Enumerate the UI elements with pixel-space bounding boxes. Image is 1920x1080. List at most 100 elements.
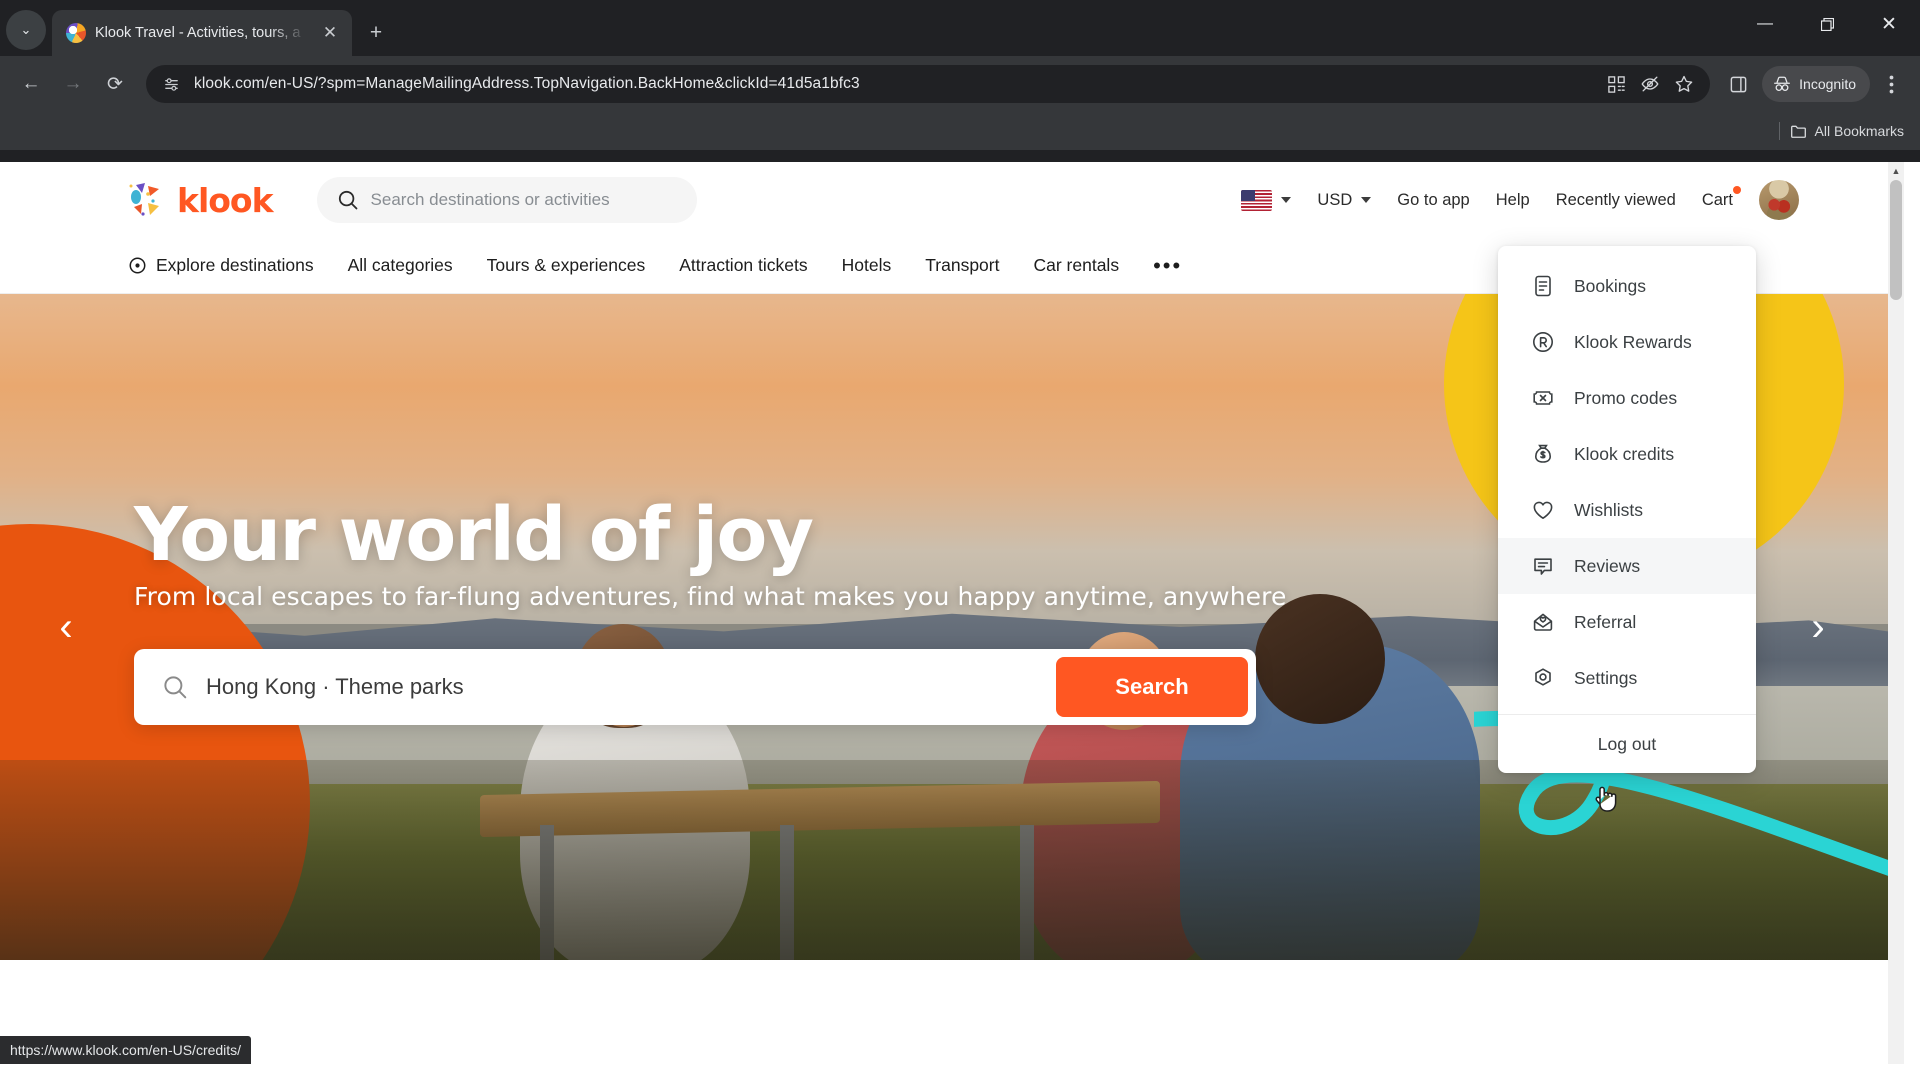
menu-item-klook-rewards[interactable]: Klook Rewards [1498, 314, 1756, 370]
menu-item-bookings[interactable]: Bookings [1498, 258, 1756, 314]
cart-link[interactable]: Cart [1701, 185, 1741, 210]
header-search-placeholder: Search destinations or activities [370, 190, 610, 209]
nav-attraction-tickets[interactable]: Attraction tickets [679, 255, 807, 276]
help-link[interactable]: Help [1496, 191, 1530, 210]
menu-item-label: Klook credits [1574, 443, 1675, 464]
menu-item-referral[interactable]: Referral [1498, 594, 1756, 650]
chevron-down-icon [1281, 197, 1292, 203]
all-bookmarks-label: All Bookmarks [1814, 123, 1904, 139]
menu-item-label: Bookings [1574, 275, 1646, 296]
close-tab-icon[interactable]: ✕ [316, 19, 344, 47]
all-bookmarks-button[interactable]: All Bookmarks [1790, 123, 1904, 140]
search-icon [338, 190, 357, 210]
menu-item-klook-credits[interactable]: Klook credits [1498, 426, 1756, 482]
menu-item-label: Referral [1574, 611, 1637, 632]
nav-more-button[interactable]: ••• [1153, 254, 1182, 276]
header-right-actions: USD Go to app Help Recently viewed Cart [1241, 180, 1904, 220]
menu-item-label: Reviews [1574, 555, 1641, 576]
menu-item-label: Settings [1574, 667, 1638, 688]
menu-item-label: Promo codes [1574, 387, 1678, 408]
nav-tours-experiences[interactable]: Tours & experiences [487, 255, 646, 276]
carousel-next-button[interactable]: › [1788, 597, 1848, 657]
tracking-protection-off-icon[interactable] [1640, 74, 1660, 94]
klook-logo[interactable]: klook [128, 181, 274, 220]
folder-icon [1790, 125, 1806, 138]
search-icon [164, 676, 187, 699]
comment-lines-icon [1530, 553, 1556, 579]
qr-code-icon[interactable] [1607, 75, 1626, 94]
nav-transport[interactable]: Transport [925, 255, 999, 276]
nav-explore-destinations[interactable]: Explore destinations [128, 255, 314, 276]
chevron-down-icon: ⌄ [20, 22, 32, 37]
close-window-button[interactable]: ✕ [1858, 0, 1920, 48]
carousel-prev-button[interactable]: ‹ [36, 597, 96, 657]
heart-icon [1530, 497, 1556, 523]
side-panel-icon[interactable] [1718, 64, 1758, 104]
klook-logo-mark [128, 181, 168, 219]
page-scrollbar[interactable]: ▲ ▼ [1888, 162, 1904, 1080]
klook-favicon [66, 23, 86, 43]
browser-window: ⌄ Klook Travel - Activities, tours, a ✕ … [0, 0, 1920, 1080]
menu-item-settings[interactable]: Settings [1498, 650, 1756, 706]
url-text: klook.com/en-US/?spm=ManageMailingAddres… [194, 75, 860, 92]
cart-label: Cart [1701, 190, 1733, 209]
menu-item-promo-codes[interactable]: Promo codes [1498, 370, 1756, 426]
logout-button[interactable]: Log out [1498, 715, 1756, 773]
envelope-heart-icon [1530, 609, 1556, 635]
maximize-button[interactable] [1796, 0, 1858, 48]
recently-viewed-link[interactable]: Recently viewed [1556, 191, 1676, 210]
back-button[interactable]: ← [12, 65, 50, 103]
tab-search-button[interactable]: ⌄ [6, 10, 46, 50]
bookmarks-bar: All Bookmarks [0, 112, 1920, 150]
omnibox-actions [1607, 74, 1700, 94]
browser-toolbar: ← → ⟳ klook.com/en-US/?spm=ManageMailing… [0, 56, 1920, 112]
account-dropdown-menu: Bookings Klook Rewards Promo codes Klook… [1498, 246, 1756, 773]
hero-title: Your world of joy [134, 492, 814, 578]
header-search-input[interactable]: Search destinations or activities [316, 177, 697, 223]
site-header: klook Search destinations or activities … [0, 162, 1904, 238]
hero-subtitle: From local escapes to far-flung adventur… [134, 582, 1287, 611]
site-settings-icon[interactable] [160, 73, 182, 95]
menu-item-wishlists[interactable]: Wishlists [1498, 482, 1756, 538]
browser-tab[interactable]: Klook Travel - Activities, tours, a ✕ [52, 10, 352, 56]
forward-button[interactable]: → [54, 65, 92, 103]
us-flag-icon [1241, 189, 1273, 211]
go-to-app-link[interactable]: Go to app [1397, 191, 1469, 210]
nav-all-categories[interactable]: All categories [348, 255, 453, 276]
tab-title: Klook Travel - Activities, tours, a [95, 25, 301, 41]
language-selector[interactable] [1241, 189, 1292, 211]
rewards-badge-icon [1530, 329, 1556, 355]
reload-button[interactable]: ⟳ [96, 65, 134, 103]
incognito-label: Incognito [1799, 76, 1856, 92]
incognito-indicator[interactable]: Incognito [1762, 66, 1870, 102]
menu-item-label: Wishlists [1574, 499, 1644, 520]
avatar[interactable] [1759, 180, 1799, 220]
page-bottom-area [0, 1064, 1920, 1080]
hero-search-button[interactable]: Search [1056, 657, 1248, 717]
new-tab-button[interactable]: + [362, 19, 390, 47]
hero-search-bar[interactable]: Hong Kong · Theme parks Search [134, 649, 1256, 725]
star-icon[interactable] [1674, 74, 1694, 94]
scrollbar-thumb[interactable] [1890, 180, 1902, 300]
tab-strip: ⌄ Klook Travel - Activities, tours, a ✕ … [0, 0, 1920, 56]
document-list-icon [1530, 273, 1556, 299]
incognito-icon [1774, 76, 1791, 91]
gear-hex-icon [1530, 665, 1556, 691]
address-bar[interactable]: klook.com/en-US/?spm=ManageMailingAddres… [146, 65, 1711, 103]
toolbar-right: Incognito [1718, 64, 1908, 104]
money-bag-icon [1530, 441, 1556, 467]
klook-page: klook Search destinations or activities … [0, 162, 1920, 1080]
page-viewport: klook Search destinations or activities … [0, 162, 1920, 1080]
minimize-button[interactable]: — [1734, 0, 1796, 48]
cart-badge-dot [1733, 185, 1741, 194]
nav-car-rentals[interactable]: Car rentals [1033, 255, 1119, 276]
location-pin-icon [129, 257, 146, 274]
nav-hotels[interactable]: Hotels [842, 255, 892, 276]
currency-selector[interactable]: USD [1317, 190, 1372, 210]
currency-label: USD [1317, 190, 1353, 209]
menu-item-reviews[interactable]: Reviews [1498, 538, 1756, 594]
coupon-icon [1530, 385, 1556, 411]
scroll-up-arrow[interactable]: ▲ [1888, 162, 1904, 179]
maximize-icon [1820, 17, 1834, 31]
kebab-menu-icon[interactable] [1874, 64, 1908, 104]
